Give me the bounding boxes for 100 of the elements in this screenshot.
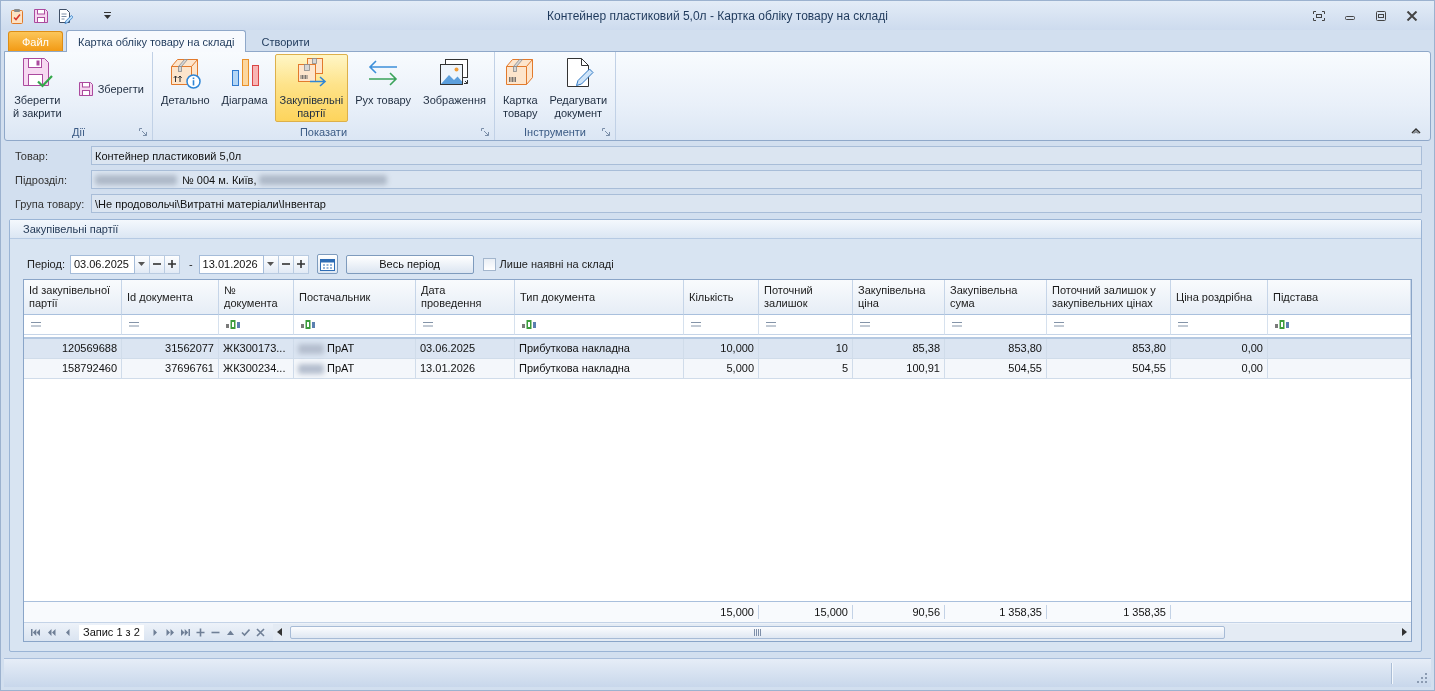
grip-icon xyxy=(753,628,761,636)
dropdown-caret-icon[interactable] xyxy=(103,12,112,19)
dialog-launcher-icon[interactable] xyxy=(139,128,147,136)
column-header[interactable]: Дата проведення xyxy=(416,280,515,315)
equals-icon xyxy=(129,322,139,327)
total-cell: 15,000 xyxy=(759,605,853,619)
ribbon-group-label: Інструменти xyxy=(523,126,587,138)
checkbox[interactable] xyxy=(482,257,496,271)
double-right-triangle-icon[interactable] xyxy=(165,627,175,637)
column-header[interactable]: Кількість xyxy=(684,280,759,315)
ribbon-button[interactable]: Зображення xyxy=(418,54,491,122)
filter-field[interactable] xyxy=(759,315,853,335)
filter-field[interactable] xyxy=(945,315,1047,335)
field-value: № 004 м. Київ, xyxy=(182,173,257,186)
plus-icon xyxy=(296,260,305,268)
calendar-button[interactable] xyxy=(316,254,338,274)
filter-field[interactable] xyxy=(853,315,945,335)
equals-icon xyxy=(691,322,701,327)
column-header[interactable]: Id закупівельної партії xyxy=(24,280,122,315)
total-cell: 1 358,35 xyxy=(1047,605,1171,619)
table-row[interactable]: 158792460 37696761 ЖК300234... ПрАТ 13.01.2026 Прибуткова накладна 5,000 5 100,91 504,55 504,55 0,00 xyxy=(24,359,1411,379)
window-title: Контейнер пластиковий 5,0л - Картка обліку товару на складі xyxy=(547,8,888,23)
filter-field[interactable] xyxy=(294,315,416,335)
ribbon-button[interactable]: Зберегти й закрити xyxy=(8,54,67,122)
scroll-right-icon[interactable] xyxy=(1402,628,1407,636)
table-row[interactable]: 120569688 31562077 ЖК300173... ПрАТ 03.06.2025 Прибуткова накладна 10,000 10 85,38 853,80 853,80 0,00 xyxy=(24,339,1411,359)
equals-icon xyxy=(423,322,433,327)
read-only-field[interactable]: Контейнер пластиковий 5,0л xyxy=(91,146,1422,165)
dialog-launcher-icon[interactable] xyxy=(602,128,611,136)
ribbon-button[interactable]: Зберегти xyxy=(72,78,149,100)
filter-field[interactable] xyxy=(1171,315,1268,335)
scrollbar-thumb[interactable] xyxy=(289,625,1225,639)
filter-field[interactable] xyxy=(1268,315,1411,335)
caret-down-icon xyxy=(138,262,146,266)
ribbon-group-label: Показати xyxy=(298,126,349,138)
text-filter-icon xyxy=(301,320,315,329)
collapse-chevron-icon[interactable] xyxy=(1411,127,1421,134)
ribbon-button[interactable]: Рух товару xyxy=(350,54,417,122)
double-left-triangle-icon[interactable] xyxy=(46,627,56,637)
text-filter-icon xyxy=(226,320,240,329)
ribbon-tab[interactable]: Картка обліку товару на складі xyxy=(66,30,247,52)
skip-to-start-icon[interactable] xyxy=(30,627,40,637)
resize-grip-icon[interactable] xyxy=(1416,672,1427,683)
table-cell: ЖК300234... xyxy=(219,359,294,379)
date-field[interactable]: 13.01.2026 xyxy=(198,254,264,274)
caret-down-icon xyxy=(267,262,275,266)
all-period-button[interactable]: Весь період xyxy=(345,254,474,274)
column-header[interactable]: Закупівельна ціна xyxy=(853,280,945,315)
column-header[interactable]: Закупівельна сума xyxy=(945,280,1047,315)
read-only-field[interactable]: \Не продовольчі\Витратні матеріали\Інвентар xyxy=(91,194,1422,213)
column-header[interactable]: Тип документа xyxy=(515,280,684,315)
filter-field[interactable] xyxy=(1047,315,1171,335)
maximize-icon[interactable] xyxy=(1375,10,1387,21)
fullscreen-icon[interactable] xyxy=(1313,10,1325,21)
box-info-icon xyxy=(169,57,202,89)
date-field[interactable]: 03.06.2025 xyxy=(69,254,135,274)
minus-icon xyxy=(281,260,290,268)
supplier-name: ПрАТ xyxy=(327,342,355,354)
checkmark-icon[interactable] xyxy=(240,627,250,637)
close-icon[interactable] xyxy=(1406,10,1418,21)
column-header[interactable]: Поточний залишок у закупівельних цінах xyxy=(1047,280,1171,315)
ribbon-button[interactable]: Закупівельні партії xyxy=(274,54,349,122)
period-label: Період: xyxy=(27,258,65,270)
floppy-check-icon xyxy=(21,57,54,89)
filter-field[interactable] xyxy=(219,315,294,335)
total-cell: 1 358,35 xyxy=(945,605,1047,619)
equals-icon xyxy=(860,322,870,327)
filter-field[interactable] xyxy=(515,315,684,335)
column-header[interactable]: Ціна роздрібна xyxy=(1171,280,1268,315)
column-header[interactable]: Поточний залишок xyxy=(759,280,853,315)
ribbon-button[interactable]: Картка товару xyxy=(497,54,543,122)
filter-field[interactable] xyxy=(24,315,122,335)
field-label: Підрозділ: xyxy=(15,173,69,186)
checkbox-label[interactable]: Лише наявні на складі xyxy=(499,258,614,270)
plus-icon[interactable] xyxy=(195,627,205,637)
table-cell: 37696761 xyxy=(122,359,219,379)
field-label: Група товару: xyxy=(15,197,86,210)
read-only-field[interactable]: № 004 м. Київ, xyxy=(91,170,1422,189)
ribbon-button[interactable]: Детально xyxy=(156,54,215,122)
text-filter-icon xyxy=(522,320,536,329)
document-pen-icon[interactable] xyxy=(57,7,73,24)
filter-field[interactable] xyxy=(684,315,759,335)
skip-to-end-icon[interactable] xyxy=(180,627,190,637)
cross-icon[interactable] xyxy=(255,627,265,637)
boxes-arrow-icon xyxy=(295,57,328,89)
column-header[interactable]: Id документа xyxy=(122,280,219,315)
column-header[interactable]: № документа xyxy=(219,280,294,315)
dialog-launcher-icon[interactable] xyxy=(480,128,489,136)
column-header[interactable]: Підстава xyxy=(1268,280,1411,315)
clipboard-check-icon[interactable] xyxy=(9,7,25,24)
calendar-icon xyxy=(319,257,335,271)
ribbon-group-label: Дії xyxy=(71,126,86,138)
ribbon-button[interactable]: Діаграма xyxy=(216,54,273,122)
column-header[interactable]: Постачальник xyxy=(294,280,416,315)
filter-field[interactable] xyxy=(122,315,219,335)
scroll-left-icon[interactable] xyxy=(276,628,282,636)
filter-field[interactable] xyxy=(416,315,515,335)
ribbon-button[interactable]: Редагувати документ xyxy=(544,54,613,122)
ribbon-tab[interactable]: Створити xyxy=(249,31,322,51)
table-cell: 5 xyxy=(759,359,853,379)
